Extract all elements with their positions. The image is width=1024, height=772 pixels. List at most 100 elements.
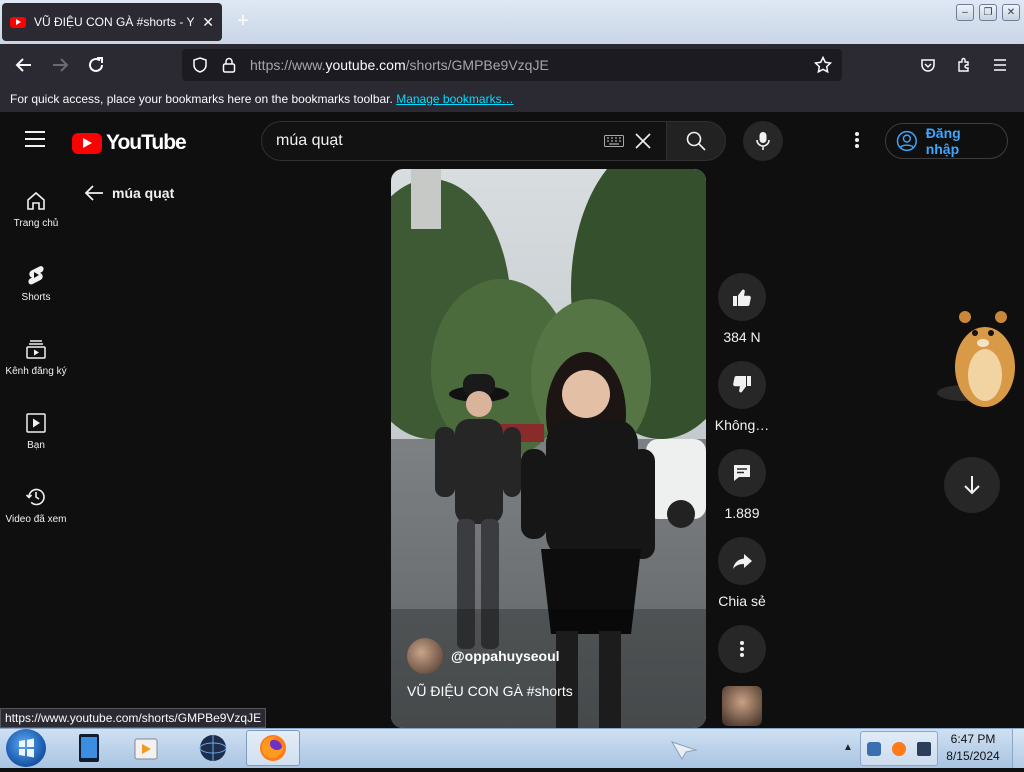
tray-firefox-icon[interactable] — [891, 741, 906, 756]
keyboard-icon[interactable] — [604, 135, 624, 147]
tablet-icon — [79, 734, 99, 762]
sign-in-button[interactable]: Đăng nhập — [885, 123, 1008, 159]
new-tab-button[interactable]: + — [232, 10, 254, 32]
search-box[interactable]: múa quạt — [261, 121, 667, 161]
account-icon — [896, 130, 917, 152]
sound-thumbnail[interactable] — [722, 686, 762, 726]
browser-tab[interactable]: VŨ ĐIỆU CON GÀ #shorts - YouTube ✕ — [2, 3, 222, 41]
sidebar-item-label: Bạn — [27, 440, 45, 451]
home-icon — [27, 191, 45, 210]
back-label: múa quạt — [112, 185, 175, 201]
pocket-button[interactable] — [914, 52, 942, 78]
sidebar-item-shorts[interactable]: Shorts — [0, 264, 72, 334]
app-menu-button[interactable] — [986, 52, 1014, 78]
notification-tray[interactable] — [860, 731, 938, 766]
taskbar-media-player[interactable] — [120, 730, 174, 766]
minimize-button[interactable]: – — [956, 4, 974, 21]
thumbs-down-icon — [733, 375, 751, 393]
more-actions-circle[interactable] — [718, 625, 766, 673]
sidebar-item-subscriptions[interactable]: Kênh đăng ký — [0, 338, 72, 408]
channel-avatar[interactable] — [407, 638, 443, 674]
shorts-icon — [28, 266, 44, 285]
show-desktop-button[interactable] — [1012, 729, 1024, 768]
comments-button[interactable]: 1.889 — [716, 449, 768, 521]
clear-search-icon[interactable] — [634, 132, 652, 150]
shield-icon[interactable] — [192, 57, 208, 73]
back-button[interactable] — [10, 52, 38, 78]
channel-name[interactable]: @oppahuyseoul — [451, 648, 560, 664]
share-label: Chia sẻ — [718, 593, 766, 609]
more-actions-button[interactable] — [716, 625, 768, 673]
more-vertical-icon — [855, 132, 859, 148]
firefox-icon — [260, 735, 286, 761]
youtube-logo[interactable]: YouTube — [72, 131, 187, 155]
show-hidden-icons-button[interactable]: ▲ — [843, 742, 853, 753]
short-video-player[interactable]: @oppahuyseoul VŨ ĐIỆU CON GÀ #shorts — [391, 169, 706, 728]
guide-menu-button[interactable] — [24, 130, 46, 153]
like-circle[interactable] — [718, 273, 766, 321]
hamburger-icon — [25, 131, 45, 147]
next-video-button[interactable] — [944, 457, 1000, 513]
media-player-icon — [134, 738, 158, 760]
youtube-play-icon — [72, 132, 102, 154]
close-window-button[interactable]: ✕ — [1002, 4, 1020, 21]
reload-icon — [89, 57, 103, 72]
forward-button[interactable] — [46, 52, 74, 78]
share-button[interactable]: Chia sẻ — [716, 537, 768, 609]
hamster-icon — [937, 311, 1015, 407]
search-button[interactable] — [666, 121, 726, 161]
manage-bookmarks-link[interactable]: Manage bookmarks… — [396, 92, 513, 106]
lock-icon[interactable] — [222, 57, 236, 73]
reload-button[interactable] — [82, 52, 110, 78]
more-vertical-icon — [740, 641, 744, 657]
sidebar-item-label: Kênh đăng ký — [5, 366, 67, 377]
status-url-tooltip: https://www.youtube.com/shorts/GMPBe9Vzq… — [0, 708, 267, 728]
dislike-label: Không… — [714, 417, 770, 433]
start-button[interactable] — [6, 729, 46, 767]
tray-display-icon[interactable] — [917, 741, 932, 756]
back-to-search[interactable]: múa quạt — [84, 184, 174, 202]
microphone-icon — [756, 132, 770, 150]
comment-icon — [734, 465, 750, 481]
arrow-left-icon — [84, 185, 103, 201]
share-circle[interactable] — [718, 537, 766, 585]
pocket-icon — [921, 59, 935, 72]
like-count: 384 N — [723, 329, 761, 345]
voice-search-button[interactable] — [743, 121, 783, 161]
globe-icon — [199, 735, 227, 761]
puzzle-icon — [958, 57, 969, 72]
arrow-down-icon — [964, 476, 980, 495]
sidebar-item-label: Shorts — [21, 292, 51, 303]
sidebar-item-you[interactable]: Bạn — [0, 412, 72, 482]
maximize-button[interactable]: ❐ — [979, 4, 997, 21]
share-icon — [733, 554, 752, 569]
arrow-right-icon — [53, 58, 69, 72]
system-clock[interactable]: 6:47 PM 8/15/2024 — [940, 731, 1006, 765]
bookmark-star-icon[interactable] — [814, 56, 832, 74]
sidebar-item-label: Trang chủ — [13, 218, 59, 229]
url-text[interactable]: https://www.youtube.com/shorts/GMPBe9Vzq… — [250, 57, 800, 73]
dislike-button[interactable]: Không… — [714, 361, 770, 433]
taskbar-globe-app[interactable] — [186, 730, 240, 766]
comments-circle[interactable] — [718, 449, 766, 497]
hamster-sticker — [935, 305, 1020, 410]
extensions-button[interactable] — [950, 52, 978, 78]
search-input[interactable]: múa quạt — [276, 132, 604, 150]
sidebar-item-home[interactable]: Trang chủ — [0, 190, 72, 260]
like-button[interactable]: 384 N — [716, 273, 768, 345]
sidebar-item-history[interactable]: Video đã xem — [0, 486, 72, 556]
sign-in-label: Đăng nhập — [925, 125, 961, 157]
navigation-bar: https://www.youtube.com/shorts/GMPBe9Vzq… — [0, 44, 1024, 86]
tab-close-button[interactable]: ✕ — [202, 14, 214, 31]
bookmarks-toolbar: For quick access, place your bookmarks h… — [0, 86, 1024, 112]
taskbar-firefox[interactable] — [246, 730, 300, 766]
you-icon — [26, 413, 46, 433]
settings-menu-button[interactable] — [854, 131, 860, 154]
taskbar-tablet-app[interactable] — [62, 730, 116, 766]
sidebar-item-label: Video đã xem — [5, 514, 67, 525]
channel-row[interactable]: @oppahuyseoul — [407, 638, 560, 674]
clock-time: 6:47 PM — [950, 732, 996, 746]
tray-network-icon[interactable] — [866, 741, 881, 756]
dislike-circle[interactable] — [718, 361, 766, 409]
url-bar[interactable]: https://www.youtube.com/shorts/GMPBe9Vzq… — [182, 49, 842, 81]
